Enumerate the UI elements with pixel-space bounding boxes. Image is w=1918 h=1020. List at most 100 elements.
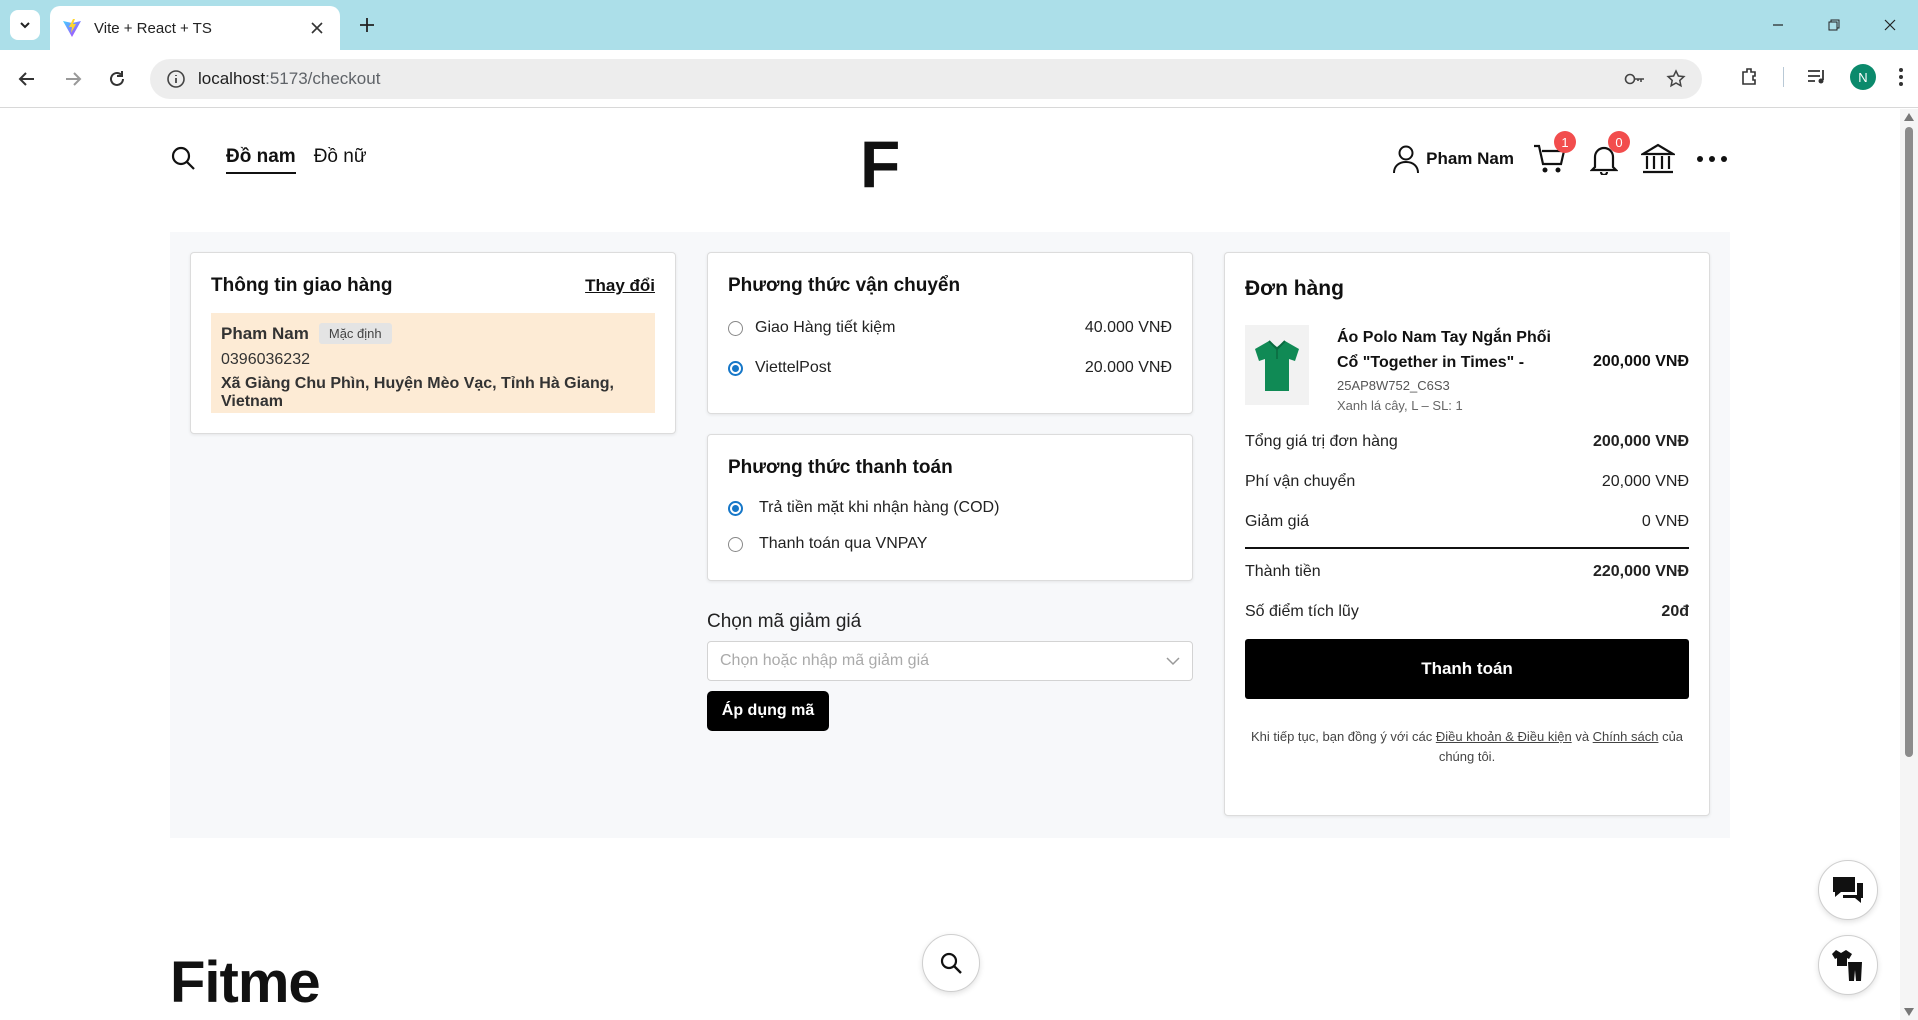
points-label: Số điểm tích lũy [1245, 603, 1359, 620]
payment-option-cod[interactable]: Trả tiền mặt khi nhận hàng (COD) [728, 499, 1172, 517]
address-bar[interactable]: localhost:5173/checkout [150, 59, 1702, 99]
url-text: localhost:5173/checkout [198, 69, 1624, 89]
coupon-placeholder: Chọn hoặc nhập mã giảm giá [720, 652, 930, 669]
total-label: Thành tiền [1245, 563, 1321, 580]
floating-search-button[interactable] [922, 934, 980, 992]
shipping-option-label: Giao Hàng tiết kiệm [755, 319, 896, 336]
more-vertical-icon[interactable] [1898, 67, 1904, 87]
page-scrollbar[interactable] [1900, 109, 1918, 1020]
bank-button[interactable] [1640, 141, 1676, 177]
arrow-right-icon [66, 72, 82, 86]
media-control-icon[interactable] [1806, 66, 1828, 88]
browser-tab[interactable]: Vite + React + TS [50, 6, 340, 50]
shipping-info-card: Thông tin giao hàng Thay đổi Pham Nam Mặ… [190, 252, 676, 434]
shipping-fee-value: 20,000 VNĐ [1601, 473, 1689, 490]
user-name: Pham Nam [1426, 149, 1514, 168]
discount-row: Giảm giá 0 VNĐ [1245, 513, 1689, 531]
payment-option-vnpay[interactable]: Thanh toán qua VNPAY [728, 535, 1172, 553]
reload-icon [110, 71, 124, 86]
scroll-up-arrow[interactable] [1904, 113, 1914, 121]
url-host: localhost [198, 69, 266, 88]
total-row: Thành tiền 220,000 VNĐ [1245, 563, 1689, 581]
site-logo[interactable]: F [860, 131, 900, 197]
payment-option-label: Trả tiền mặt khi nhận hàng (COD) [759, 499, 1000, 516]
shipping-method-card: Phương thức vận chuyển Giao Hàng tiết ki… [707, 252, 1193, 414]
window-controls [1750, 0, 1918, 50]
recipient-phone: 0396036232 [221, 351, 310, 368]
restore-icon [1828, 19, 1840, 31]
nav-men[interactable]: Đồ nam [226, 146, 296, 174]
search-icon[interactable] [170, 145, 196, 171]
product-variant: Xanh lá cây, L – SL: 1 [1337, 398, 1463, 413]
shipping-option-label: ViettelPost [755, 359, 832, 376]
browser-tab-bar: Vite + React + TS [0, 0, 1918, 50]
polo-shirt-icon [1255, 340, 1299, 391]
key-icon[interactable] [1624, 71, 1646, 87]
header-actions: Pham Nam 1 0 [1392, 131, 1730, 177]
close-window-button[interactable] [1862, 0, 1918, 50]
footer-logo[interactable]: Fitme [170, 954, 321, 1012]
user-menu[interactable]: Pham Nam [1392, 144, 1514, 174]
back-button[interactable] [12, 64, 42, 94]
cart-button[interactable]: 1 [1532, 131, 1576, 177]
product-image[interactable] [1245, 325, 1309, 405]
summary-divider [1245, 547, 1689, 549]
address-box: Pham Nam Mặc định 0396036232 Xã Giàng Ch… [211, 313, 655, 413]
more-menu-button[interactable] [1694, 141, 1730, 177]
reload-button[interactable] [102, 64, 132, 94]
shipping-option-viettelpost[interactable]: ViettelPost 20.000 VNĐ [728, 359, 1172, 377]
chat-button[interactable] [1818, 860, 1878, 920]
more-horizontal-icon [1697, 156, 1727, 162]
terms-text-pre: Khi tiếp tục, bạn đồng ý với các [1250, 729, 1433, 744]
shipping-info-title: Thông tin giao hàng [211, 275, 393, 296]
minimize-icon [1773, 24, 1783, 26]
notification-button[interactable]: 0 [1586, 131, 1630, 177]
profile-avatar[interactable]: N [1850, 64, 1876, 90]
close-icon [311, 22, 323, 34]
shipping-option-ghtk[interactable]: Giao Hàng tiết kiệm 40.000 VNĐ [728, 319, 1172, 337]
policy-link[interactable]: Chính sách [1593, 729, 1659, 744]
order-title: Đơn hàng [1245, 277, 1344, 300]
radio-button[interactable] [728, 536, 743, 552]
change-address-link[interactable]: Thay đổi [585, 276, 655, 296]
points-value: 20đ [1661, 603, 1689, 620]
terms-conditions-link[interactable]: Điều khoản & Điều kiện [1436, 729, 1572, 744]
vite-logo-icon [63, 19, 81, 37]
star-icon[interactable] [1666, 69, 1686, 89]
checkout-pay-button[interactable]: Thanh toán [1245, 639, 1689, 699]
tab-close-button[interactable] [306, 17, 328, 39]
new-tab-button[interactable] [352, 10, 382, 40]
apply-coupon-button[interactable]: Áp dụng mã [707, 691, 829, 731]
outfit-button[interactable] [1818, 935, 1878, 995]
bank-icon [1641, 143, 1675, 174]
extensions-icon[interactable] [1739, 66, 1761, 88]
restore-button[interactable] [1806, 0, 1862, 50]
minimize-button[interactable] [1750, 0, 1806, 50]
radio-button[interactable] [728, 320, 743, 336]
scroll-thumb[interactable] [1905, 127, 1913, 757]
total-value: 220,000 VNĐ [1592, 563, 1689, 580]
radio-button-selected[interactable] [728, 500, 743, 516]
site-header: Đồ nam Đồ nữ F Pham Nam 1 0 [170, 109, 1730, 209]
arrow-left-icon [18, 72, 34, 86]
notification-count-badge: 0 [1608, 131, 1630, 153]
tab-search-button[interactable] [10, 10, 40, 40]
payment-option-label: Thanh toán qua VNPAY [759, 535, 928, 552]
radio-button-selected[interactable] [728, 360, 743, 376]
site-info-icon[interactable] [166, 69, 186, 89]
nav-women[interactable]: Đồ nữ [314, 146, 367, 174]
main-nav: Đồ nam Đồ nữ [226, 146, 367, 174]
payment-method-title: Phương thức thanh toán [728, 457, 953, 478]
scroll-down-arrow[interactable] [1904, 1008, 1914, 1016]
subtotal-label: Tổng giá trị đơn hàng [1245, 433, 1398, 450]
terms-notice: Khi tiếp tục, bạn đồng ý với các Điều kh… [1245, 727, 1689, 767]
forward-button[interactable] [58, 64, 88, 94]
subtotal-row: Tổng giá trị đơn hàng 200,000 VNĐ [1245, 433, 1689, 451]
points-row: Số điểm tích lũy 20đ [1245, 603, 1689, 621]
coupon-select[interactable]: Chọn hoặc nhập mã giảm giá [707, 641, 1193, 681]
payment-method-card: Phương thức thanh toán Trả tiền mặt khi … [707, 434, 1193, 581]
toolbar-actions: N [1739, 64, 1918, 90]
cart-count-badge: 1 [1554, 131, 1576, 153]
search-icon [940, 952, 962, 974]
product-name[interactable]: Áo Polo Nam Tay Ngắn Phối Cổ "Together i… [1337, 325, 1567, 375]
